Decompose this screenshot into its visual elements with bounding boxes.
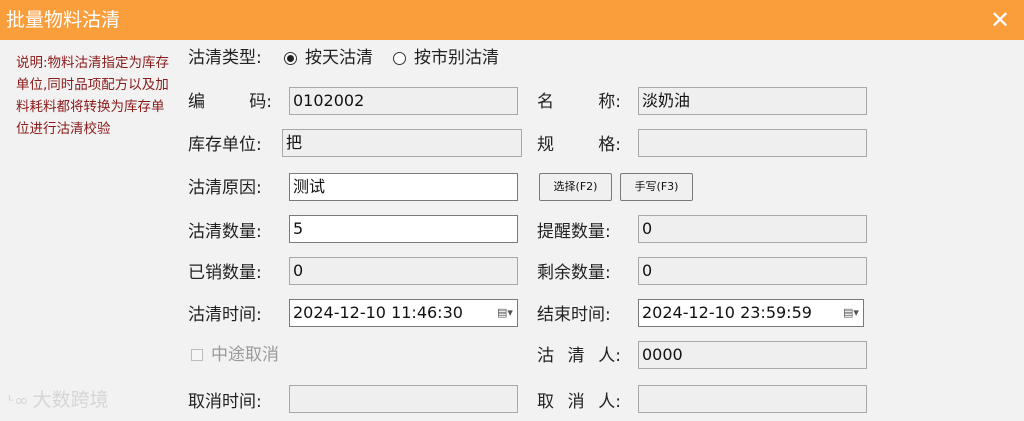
name-field: 淡奶油 xyxy=(638,87,867,115)
remain-label: 剩余数量: xyxy=(537,263,611,283)
cancel-person-label: 取消人: xyxy=(537,392,621,412)
end-time-label: 结束时间: xyxy=(537,305,611,325)
watermark: ᶫ∞ 大数跨境 xyxy=(8,389,109,411)
reason-label: 沽清原因: xyxy=(188,178,262,198)
code-field: 0102002 xyxy=(289,87,518,115)
end-time-picker[interactable]: 2024-12-10 23:59:59 ▤▾ xyxy=(638,299,864,327)
watermark-logo-icon: ᶫ∞ xyxy=(8,391,29,411)
radio-by-market[interactable] xyxy=(393,52,406,65)
manual-button[interactable]: 手写(F3) xyxy=(620,173,693,201)
start-time-label: 沽清时间: xyxy=(188,305,262,325)
remind-label: 提醒数量: xyxy=(537,222,611,242)
unit-label: 库存单位: xyxy=(188,135,262,155)
sold-label: 已销数量: xyxy=(188,263,262,283)
window-title: 批量物料沽清 xyxy=(6,9,121,31)
person-label: 沽清人: xyxy=(537,346,621,366)
close-icon[interactable]: ✕ xyxy=(986,6,1014,34)
unit-field: 把 xyxy=(282,129,522,157)
calendar-dropdown-icon[interactable]: ▤▾ xyxy=(496,305,514,321)
name-label: 名称: xyxy=(537,92,621,112)
code-label: 编码: xyxy=(188,92,272,112)
instruction-note: 说明:物料沽清指定为库存单位,同时品项配方以及加料耗料都将转换为库存单位进行沽清… xyxy=(16,55,170,137)
radio-by-day-label[interactable]: 按天沽清 xyxy=(305,46,373,70)
spec-label: 规格: xyxy=(537,135,621,155)
spec-field xyxy=(638,129,867,157)
cancel-time-label: 取消时间: xyxy=(188,392,262,412)
sold-field: 0 xyxy=(289,257,518,285)
start-time-picker[interactable]: 2024-12-10 11:46:30 ▤▾ xyxy=(289,299,518,327)
cancel-time-field xyxy=(289,385,518,413)
select-button[interactable]: 选择(F2) xyxy=(539,173,612,201)
cancel-midway-label: 中途取消 xyxy=(211,345,279,365)
cancel-midway-checkbox[interactable] xyxy=(191,349,203,361)
person-field: 0000 xyxy=(638,341,867,369)
title-bar: 批量物料沽清 ✕ xyxy=(0,0,1024,40)
reason-input[interactable]: 测试 xyxy=(289,173,518,201)
radio-by-market-label[interactable]: 按市别沽清 xyxy=(414,46,499,70)
remind-field: 0 xyxy=(638,215,867,243)
qty-input[interactable]: 5 xyxy=(289,215,518,243)
qty-label: 沽清数量: xyxy=(188,222,262,242)
radio-by-day[interactable] xyxy=(284,52,297,65)
clear-type-label: 沽清类型: xyxy=(188,48,262,68)
remain-field: 0 xyxy=(638,257,867,285)
cancel-person-field xyxy=(638,385,867,413)
calendar-dropdown-icon[interactable]: ▤▾ xyxy=(842,305,860,321)
